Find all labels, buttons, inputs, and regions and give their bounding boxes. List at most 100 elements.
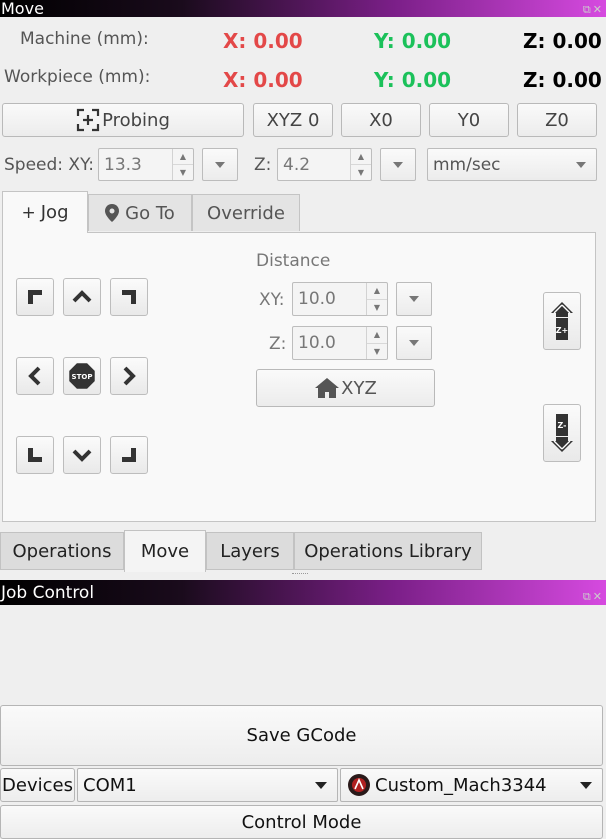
speed-z-dropdown[interactable]	[380, 148, 416, 181]
corner-down-right-icon	[122, 448, 136, 462]
jog-left-button[interactable]	[16, 357, 54, 395]
jog-up-left-button[interactable]	[16, 278, 54, 316]
distance-z-value: 10.0	[298, 333, 336, 353]
tab-go-to-label: Go To	[125, 202, 175, 224]
speed-units-select[interactable]: mm/sec	[427, 148, 597, 181]
save-gcode-button[interactable]: Save GCode	[0, 705, 603, 766]
profile-value: Custom_Mach3344	[375, 774, 547, 796]
workpiece-y-value: Y: 0.00	[374, 68, 452, 92]
panel-float-close-icon[interactable]: ⧉✕	[583, 1, 604, 18]
chevron-left-icon	[28, 366, 41, 386]
workpiece-z-value: Z: 0.00	[523, 68, 602, 92]
jog-down-right-button[interactable]	[110, 436, 148, 474]
z-up-arrow-icon: Z+	[551, 302, 573, 340]
tab-layers[interactable]: Layers	[206, 532, 294, 570]
speed-xy-value: 13.3	[104, 154, 142, 175]
tab-operations-library[interactable]: Operations Library	[294, 532, 482, 570]
spin-down-icon[interactable]: ▼	[351, 164, 371, 180]
map-pin-icon	[105, 204, 120, 222]
x-zero-button[interactable]: X0	[341, 103, 421, 137]
chevron-down-icon	[72, 449, 92, 462]
move-panel-title: Move	[1, 0, 44, 18]
distance-z-dropdown[interactable]	[396, 326, 432, 360]
chevron-up-icon	[72, 290, 92, 303]
home-xyz-label: XYZ	[341, 377, 377, 399]
spin-down-icon[interactable]: ▼	[367, 342, 387, 360]
chevron-down-icon	[580, 781, 592, 789]
chevron-down-icon	[409, 340, 419, 346]
job-control-area	[0, 605, 606, 705]
machine-profile-icon	[348, 774, 370, 796]
distance-z-input[interactable]: 10.0 ▲ ▼	[292, 326, 388, 360]
spin-up-icon[interactable]: ▲	[351, 149, 371, 164]
z-zero-button[interactable]: Z0	[517, 103, 597, 137]
distance-xy-label: XY:	[259, 290, 285, 310]
port-value: COM1	[83, 774, 137, 796]
spin-up-icon[interactable]: ▲	[367, 327, 387, 343]
machine-z-value: Z: 0.00	[523, 29, 602, 53]
tab-operations[interactable]: Operations	[0, 532, 124, 570]
tab-override[interactable]: Override	[192, 194, 300, 231]
speed-units-value: mm/sec	[433, 154, 501, 175]
jog-right-button[interactable]	[110, 357, 148, 395]
speed-z-label: Z:	[254, 155, 272, 175]
stop-sign-icon: STOP	[69, 363, 95, 389]
machine-x-value: X: 0.00	[223, 29, 303, 53]
jog-down-button[interactable]	[63, 436, 101, 474]
tab-go-to[interactable]: Go To	[88, 194, 192, 231]
machine-label: Machine (mm):	[20, 29, 149, 49]
distance-xy-value: 10.0	[298, 289, 336, 309]
speed-z-value: 4.2	[283, 154, 311, 175]
corner-down-left-icon	[28, 448, 42, 462]
distance-xy-dropdown[interactable]	[396, 282, 432, 316]
jog-down-left-button[interactable]	[16, 436, 54, 474]
profile-select[interactable]: Custom_Mach3344	[340, 768, 603, 802]
z-down-text: Z-	[558, 421, 567, 430]
chevron-down-icon	[576, 161, 586, 168]
devices-button[interactable]: Devices	[0, 768, 75, 802]
chevron-right-icon	[123, 366, 136, 386]
port-select[interactable]: COM1	[77, 768, 338, 802]
xyz-zero-button[interactable]: XYZ 0	[253, 103, 333, 137]
probing-button[interactable]: Probing	[2, 103, 244, 137]
speed-z-input[interactable]: 4.2 ▲ ▼	[277, 148, 372, 181]
probing-label: Probing	[102, 109, 170, 131]
jog-z-down-button[interactable]: Z-	[543, 404, 581, 462]
corner-up-right-icon	[122, 290, 136, 304]
tab-move[interactable]: Move	[124, 530, 206, 572]
control-mode-button[interactable]: Control Mode	[0, 805, 603, 839]
corner-up-left-icon	[28, 290, 42, 304]
speed-xy-dropdown[interactable]	[202, 148, 238, 181]
chevron-down-icon	[393, 161, 403, 168]
probing-icon	[76, 108, 100, 132]
home-icon	[315, 378, 340, 398]
spin-up-icon[interactable]: ▲	[367, 283, 387, 299]
z-down-arrow-icon: Z-	[551, 414, 573, 452]
jog-up-button[interactable]	[63, 278, 101, 316]
y-zero-button[interactable]: Y0	[429, 103, 509, 137]
jog-up-right-button[interactable]	[110, 278, 148, 316]
chevron-down-icon	[409, 296, 419, 302]
speed-xy-input[interactable]: 13.3 ▲ ▼	[98, 148, 194, 181]
home-xyz-button[interactable]: XYZ	[256, 369, 435, 407]
job-control-titlebar: Job Control ⧉✕	[0, 580, 606, 605]
spin-down-icon[interactable]: ▼	[173, 164, 193, 180]
z-up-text: Z+	[556, 326, 569, 335]
move-panel-titlebar: Move ⧉✕	[0, 0, 606, 17]
stop-text: STOP	[72, 373, 93, 381]
distance-label: Distance	[256, 251, 331, 271]
workpiece-x-value: X: 0.00	[223, 68, 303, 92]
chevron-down-icon	[315, 781, 327, 789]
jog-z-up-button[interactable]: Z+	[543, 292, 581, 350]
distance-z-label: Z:	[269, 334, 287, 354]
splitter-handle[interactable]	[292, 573, 308, 577]
machine-y-value: Y: 0.00	[374, 29, 452, 53]
jog-stop-button[interactable]: STOP	[63, 357, 101, 395]
spin-down-icon[interactable]: ▼	[367, 298, 387, 316]
distance-xy-input[interactable]: 10.0 ▲ ▼	[292, 282, 388, 316]
tab-jog[interactable]: + Jog	[2, 191, 88, 233]
move-crosshair-icon: +	[21, 202, 36, 223]
spin-up-icon[interactable]: ▲	[173, 149, 193, 164]
workpiece-label: Workpiece (mm):	[4, 67, 151, 87]
tab-jog-label: Jog	[40, 202, 69, 223]
